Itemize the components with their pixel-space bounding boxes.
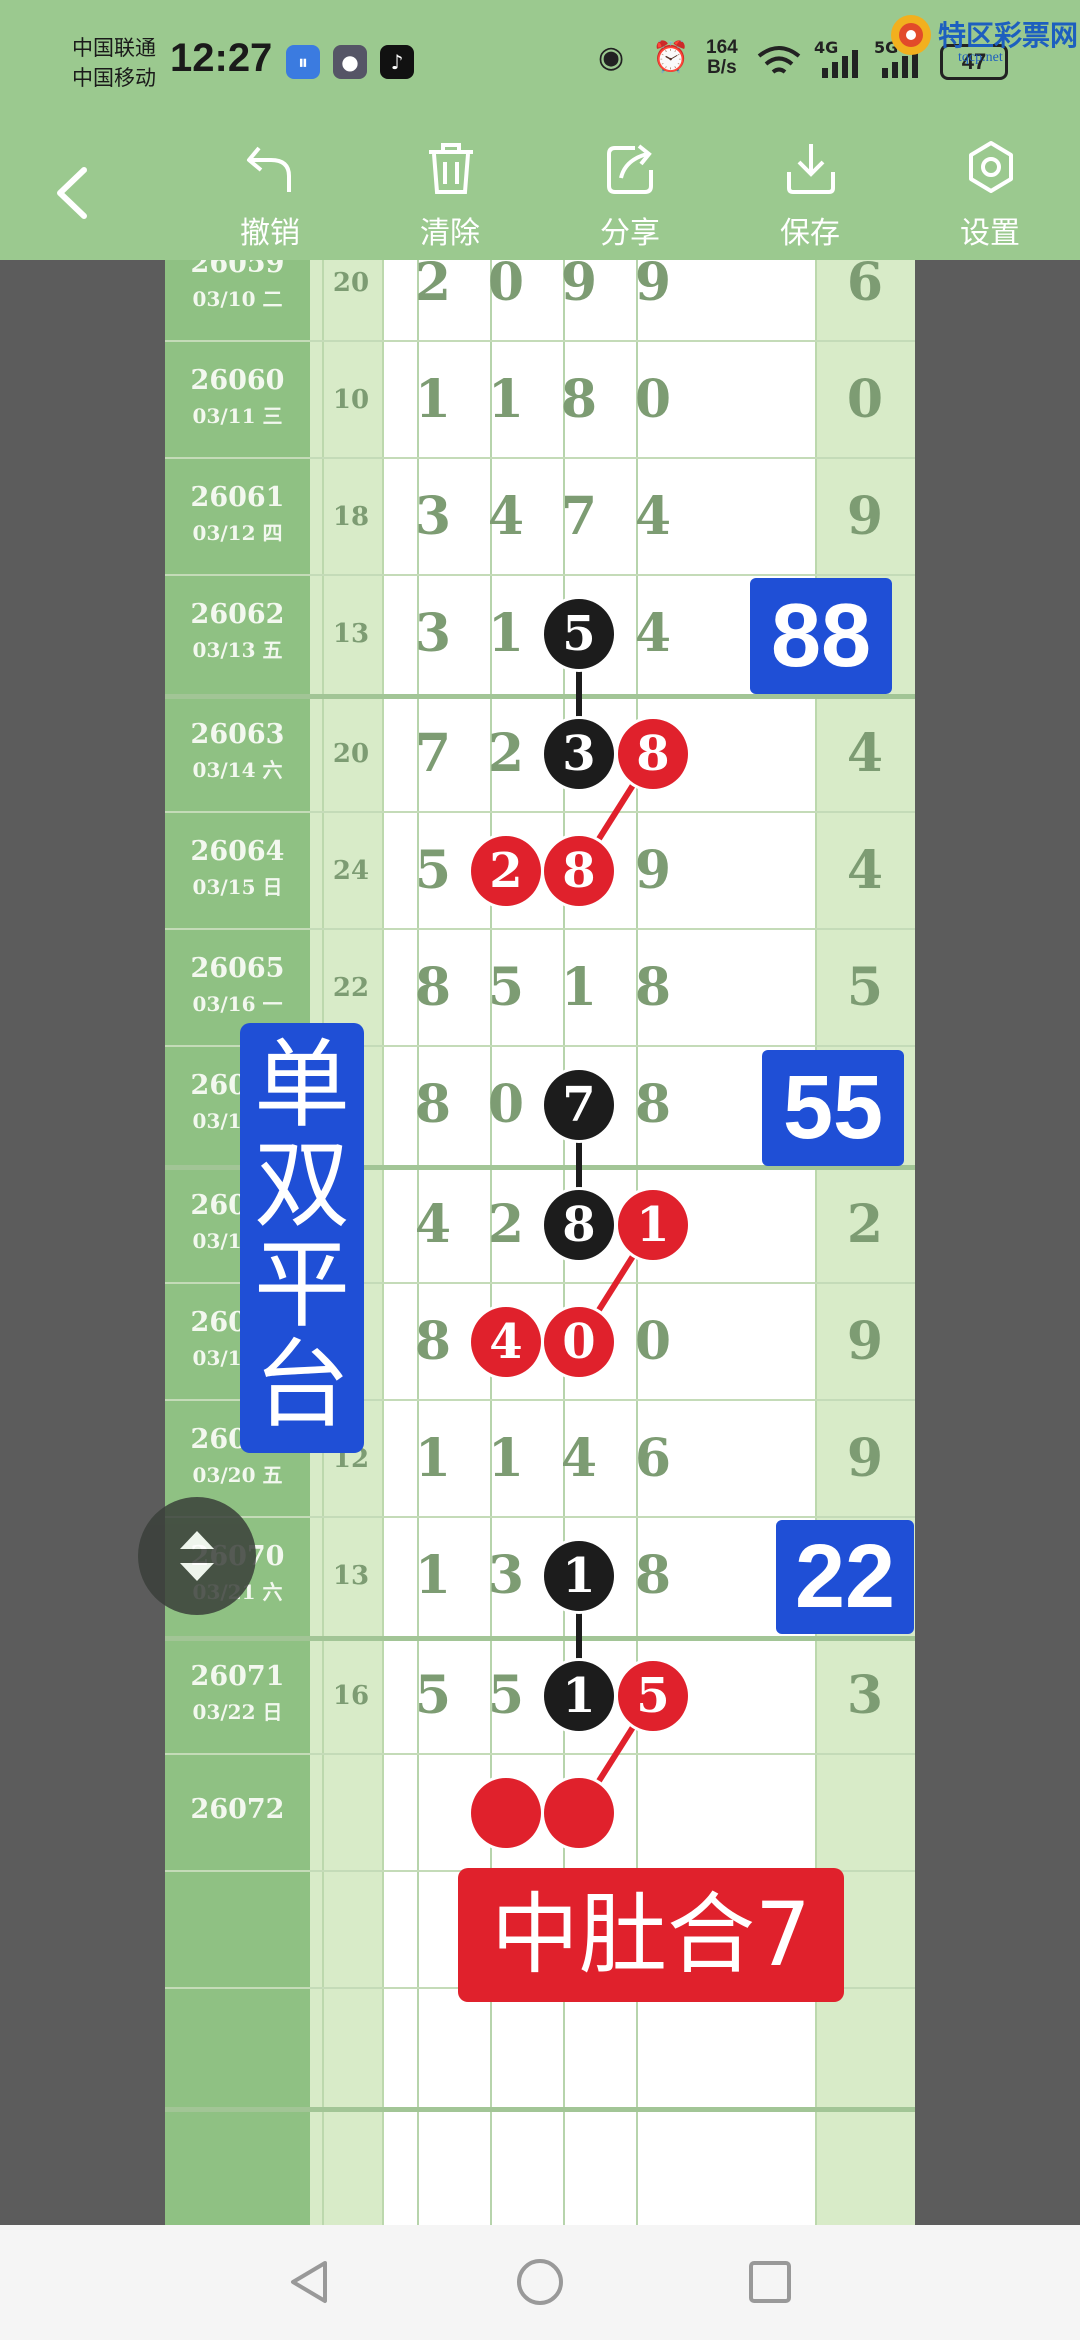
red-marker[interactable]: 8 [618,718,688,789]
red-marker[interactable] [544,1777,614,1848]
share-icon [607,144,653,194]
black-marker[interactable]: 3 [544,718,614,789]
black-marker[interactable]: 7 [544,1069,614,1140]
black-marker[interactable]: 5 [544,598,614,669]
settings-button[interactable]: 设置 [930,130,1050,251]
clock: 12:27 [170,36,273,80]
app-notification-icon: ⏸ [286,45,320,79]
undo-label: 撤销 [240,216,300,251]
share-label: 分享 [600,216,660,251]
red-marker[interactable]: 8 [544,835,614,906]
net-speed: 164 B/s [706,38,738,78]
score-tag-1: 88 [750,578,892,694]
black-marker[interactable]: 8 [544,1189,614,1260]
scroll-handle[interactable] [138,1497,256,1615]
red-marker[interactable]: 2 [471,835,541,906]
red-marker[interactable]: 0 [544,1306,614,1377]
clear-label: 清除 [420,216,480,251]
net-speed-value: 164 [706,37,738,58]
clear-button[interactable]: 清除 [390,130,510,251]
avatar-notification-icon: ● [333,45,367,79]
red-marker[interactable] [471,1777,541,1848]
site-watermark: 特区彩票网 tqcp.net [888,8,1078,68]
back-button[interactable] [40,158,110,228]
tiktok-icon: ♪ [380,45,414,79]
undo-button[interactable]: 撤销 [210,130,330,251]
signal-1-icon [822,50,858,78]
black-marker[interactable]: 1 [544,1540,614,1611]
red-marker[interactable]: 4 [471,1306,541,1377]
carrier-1: 中国联通 [72,36,156,60]
save-label: 保存 [780,216,840,251]
red-marker[interactable]: 5 [618,1660,688,1731]
nav-back-icon[interactable] [285,2257,335,2307]
gear-icon [969,141,1013,193]
chevron-left-icon [57,167,87,219]
share-button[interactable]: 分享 [570,130,690,251]
up-down-arrows-icon [180,1531,214,1581]
net-speed-unit: B/s [707,57,737,78]
score-tag-3: 22 [776,1520,914,1634]
trash-icon [429,143,473,194]
save-button[interactable]: 保存 [750,130,870,251]
settings-label: 设置 [960,216,1020,251]
prediction-label: 中肚合7 [458,1868,844,2002]
carrier-2: 中国移动 [72,66,156,90]
platform-label: 单双平台 [240,1023,364,1453]
download-icon [787,144,835,194]
score-tag-2: 55 [762,1050,904,1166]
watermark-title: 特区彩票网 [938,19,1079,52]
undo-icon [247,146,291,192]
wifi-icon [757,46,801,74]
toolbar: 撤销 清除 分享 保存 设置 [0,120,1080,260]
eye-icon: ◉ [598,40,625,75]
black-marker[interactable]: 1 [544,1660,614,1731]
system-nav-bar [0,2225,1080,2340]
watermark-logo-icon [891,15,931,55]
watermark-url: tqcp.net [958,50,1003,65]
red-marker[interactable]: 1 [618,1189,688,1260]
nav-recents-icon[interactable] [745,2257,795,2307]
nav-home-icon[interactable] [515,2257,565,2307]
status-bar: 中国联通 中国移动 12:27 ⏸ ● ♪ ◉ ⏰ 164 B/s 4G 5G … [0,0,1080,120]
alarm-icon: ⏰ [652,40,690,75]
